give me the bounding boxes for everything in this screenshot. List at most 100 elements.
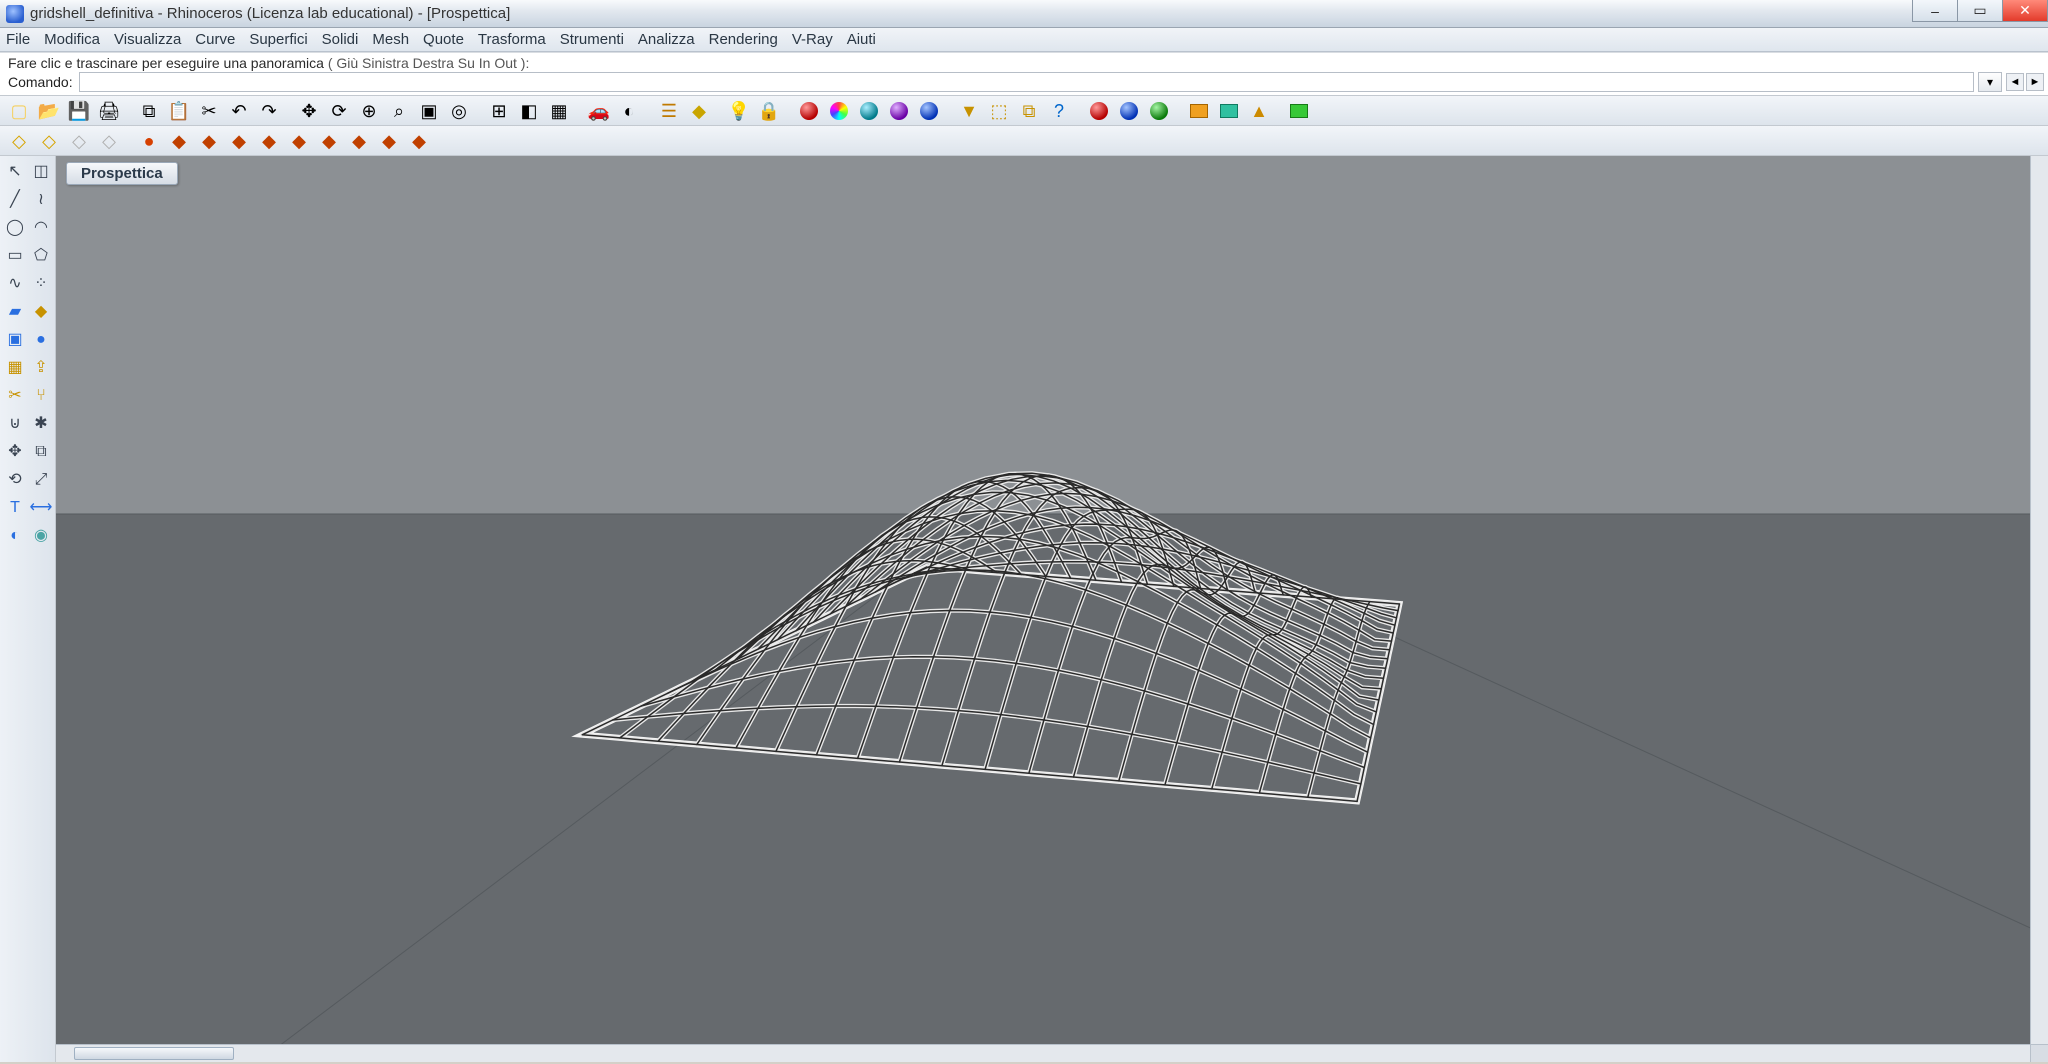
trim-icon[interactable]: ✂ [3,384,27,408]
command-input[interactable] [79,72,1974,92]
vray5-icon[interactable]: ◆ [256,128,282,154]
camera-icon[interactable]: ◉ [29,524,53,548]
close-button[interactable]: ✕ [2002,0,2048,22]
scale-icon[interactable]: ⤢ [29,468,53,492]
undo-icon[interactable]: ↶ [226,98,252,124]
polyline-icon[interactable]: ≀ [29,188,53,212]
ball-green-icon[interactable] [1146,98,1172,124]
render-icon[interactable]: 🚗 [586,98,612,124]
points-icon[interactable]: ⁘ [29,272,53,296]
tag3-icon[interactable]: ◇ [66,128,92,154]
menu-strumenti[interactable]: Strumenti [560,31,624,48]
sphere-icon[interactable]: ● [29,328,53,352]
mat-red-icon[interactable] [796,98,822,124]
prop-icon[interactable]: ◆ [686,98,712,124]
vertical-scrollbar[interactable] [2030,156,2048,1044]
vray9-icon[interactable]: ◆ [376,128,402,154]
history-prev-button[interactable]: ◄ [2006,73,2024,91]
layer-icon[interactable]: ☰ [656,98,682,124]
sq-orange-icon[interactable] [1186,98,1212,124]
mat-rainbow-icon[interactable] [826,98,852,124]
menu-v-ray[interactable]: V-Ray [792,31,833,48]
text-icon[interactable]: T [3,496,27,520]
menu-analizza[interactable]: Analizza [638,31,695,48]
lock-icon[interactable]: 🔒 [756,98,782,124]
vray2-icon[interactable]: ◆ [166,128,192,154]
menu-file[interactable]: File [6,31,30,48]
tag2-icon[interactable]: ◇ [36,128,62,154]
lasso-icon[interactable]: ◫ [29,160,53,184]
mat-purple-icon[interactable] [886,98,912,124]
filter-icon[interactable]: ▼ [956,98,982,124]
dim-icon[interactable]: ⟷ [29,496,53,520]
solid-icon[interactable]: ◆ [29,300,53,324]
zoom-icon[interactable]: ⊕ [356,98,382,124]
mesh-icon[interactable]: ▦ [3,356,27,380]
ball-blue-icon[interactable] [1116,98,1142,124]
cplanes-icon[interactable]: ⊞ [486,98,512,124]
menu-superfici[interactable]: Superfici [249,31,307,48]
rotate-icon2[interactable]: ⟲ [3,468,27,492]
box-icon[interactable]: ▣ [3,328,27,352]
menu-modifica[interactable]: Modifica [44,31,100,48]
curve-icon[interactable]: ∿ [3,272,27,296]
new-icon[interactable]: ▢ [6,98,32,124]
arc-icon[interactable]: ◠ [29,216,53,240]
extrude-icon[interactable]: ⇪ [29,356,53,380]
menu-visualizza[interactable]: Visualizza [114,31,181,48]
surface-icon[interactable]: ▰ [3,300,27,324]
paste-icon[interactable]: 📋 [166,98,192,124]
cut-icon[interactable]: ✂ [196,98,222,124]
split-icon[interactable]: ⑂ [29,384,53,408]
vray4-icon[interactable]: ◆ [226,128,252,154]
print-icon[interactable]: 🖨 [96,98,122,124]
ball-red-icon[interactable] [1086,98,1112,124]
sq-teal-icon[interactable] [1216,98,1242,124]
zoom-select-icon[interactable]: ◎ [446,98,472,124]
minimize-button[interactable]: – [1912,0,1958,22]
tag1-icon[interactable]: ◇ [6,128,32,154]
vray10-icon[interactable]: ◆ [406,128,432,154]
zoom-extents-icon[interactable]: ▣ [416,98,442,124]
help-icon[interactable]: ? [1046,98,1072,124]
menu-rendering[interactable]: Rendering [709,31,778,48]
pointer-icon[interactable]: ↖ [3,160,27,184]
vray6-icon[interactable]: ◆ [286,128,312,154]
viewport-perspective[interactable]: Prospettica [56,156,2048,1062]
menu-curve[interactable]: Curve [195,31,235,48]
history-next-button[interactable]: ► [2026,73,2044,91]
menu-mesh[interactable]: Mesh [372,31,409,48]
pan-icon[interactable]: ✥ [296,98,322,124]
sq-green-icon[interactable] [1286,98,1312,124]
vray8-icon[interactable]: ◆ [346,128,372,154]
grid-icon[interactable]: ▦ [546,98,572,124]
menu-solidi[interactable]: Solidi [322,31,359,48]
tag4-icon[interactable]: ◇ [96,128,122,154]
open-icon[interactable]: 📂 [36,98,62,124]
mat-blue-icon[interactable] [916,98,942,124]
redo-icon[interactable]: ↷ [256,98,282,124]
vray1-icon[interactable]: ● [136,128,162,154]
zoom-window-icon[interactable]: ⌕ [386,98,412,124]
explode-icon[interactable]: ✱ [29,412,53,436]
maximize-button[interactable]: ▭ [1957,0,2003,22]
named-view-icon[interactable]: ◧ [516,98,542,124]
dup-icon[interactable]: ⧉ [1016,98,1042,124]
vray3-icon[interactable]: ◆ [196,128,222,154]
menu-quote[interactable]: Quote [423,31,464,48]
join-icon[interactable]: ⊍ [3,412,27,436]
vray7-icon[interactable]: ◆ [316,128,342,154]
move-icon[interactable]: ✥ [3,440,27,464]
horizontal-scrollbar[interactable] [56,1044,2030,1062]
render-icon2[interactable]: ◐ [3,524,27,548]
cone-icon[interactable]: ▲ [1246,98,1272,124]
rect-icon[interactable]: ▭ [3,244,27,268]
polygon-icon[interactable]: ⬠ [29,244,53,268]
menu-aiuti[interactable]: Aiuti [847,31,876,48]
light-icon[interactable]: 💡 [726,98,752,124]
command-dropdown[interactable]: ▾ [1978,72,2002,92]
circle-icon[interactable]: ◯ [3,216,27,240]
menu-trasforma[interactable]: Trasforma [478,31,546,48]
mat-cyan-icon[interactable] [856,98,882,124]
save-icon[interactable]: 💾 [66,98,92,124]
